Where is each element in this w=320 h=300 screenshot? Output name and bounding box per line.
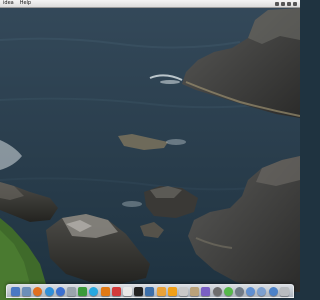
spotlight-icon[interactable] bbox=[293, 1, 297, 6]
battery-icon[interactable] bbox=[287, 1, 291, 6]
skype-icon[interactable] bbox=[89, 286, 99, 296]
facetime-icon[interactable] bbox=[78, 286, 88, 296]
firefox-icon[interactable] bbox=[33, 286, 43, 296]
safari-icon[interactable] bbox=[44, 286, 54, 296]
preview-icon[interactable] bbox=[145, 286, 155, 296]
trash-icon[interactable] bbox=[279, 286, 289, 296]
applications-icon[interactable] bbox=[268, 286, 278, 296]
app-store-icon[interactable] bbox=[67, 286, 77, 296]
itunes-store-icon[interactable] bbox=[201, 286, 211, 296]
photos-icon[interactable] bbox=[111, 286, 121, 296]
image-capture-icon[interactable] bbox=[190, 286, 200, 296]
messages-icon[interactable] bbox=[223, 286, 233, 296]
finder-icon[interactable] bbox=[11, 286, 20, 296]
mail-icon[interactable] bbox=[22, 286, 32, 296]
downloads-icon[interactable] bbox=[246, 286, 256, 296]
volume-icon[interactable] bbox=[275, 1, 279, 6]
desktop-wallpaper bbox=[0, 0, 300, 300]
vlc-icon[interactable] bbox=[100, 286, 110, 296]
dashboard-icon[interactable] bbox=[212, 286, 222, 296]
notes-icon[interactable] bbox=[167, 286, 177, 296]
status-menus bbox=[275, 1, 300, 6]
itunes-icon[interactable] bbox=[55, 286, 65, 296]
wifi-icon[interactable] bbox=[281, 1, 285, 6]
calendar-icon[interactable] bbox=[179, 286, 189, 296]
terminal-icon[interactable] bbox=[134, 286, 144, 296]
folder-icon[interactable] bbox=[156, 286, 166, 296]
documents-icon[interactable] bbox=[257, 286, 267, 296]
dock bbox=[6, 284, 294, 298]
textedit-icon[interactable] bbox=[123, 286, 133, 296]
menu-bar: idea Help bbox=[0, 0, 300, 8]
system-preferences-icon[interactable] bbox=[235, 286, 245, 296]
help-menu[interactable]: Help bbox=[17, 0, 34, 7]
app-menu[interactable]: idea bbox=[0, 0, 17, 7]
